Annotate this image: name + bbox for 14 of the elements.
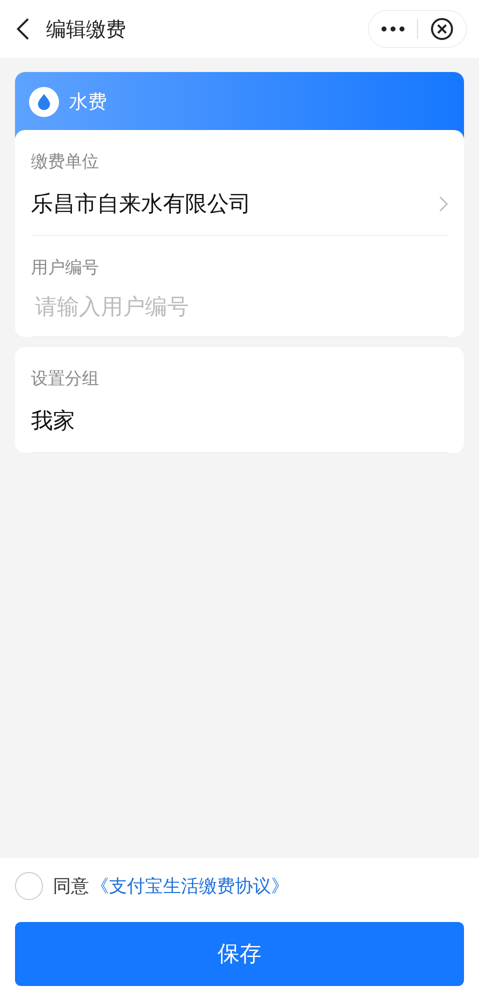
- chevron-right-icon: [439, 196, 448, 212]
- water-drop-icon: [29, 87, 59, 117]
- field-label: 设置分组: [31, 368, 100, 390]
- field-value: 乐昌市自来水有限公司: [31, 191, 251, 219]
- back-icon[interactable]: [16, 17, 30, 41]
- agreement-link[interactable]: 《支付宝生活缴费协议》: [91, 874, 289, 898]
- field-label: 用户编号: [31, 257, 100, 279]
- field-label: 缴费单位: [31, 151, 100, 173]
- agree-radio[interactable]: [15, 872, 43, 900]
- category-label: 水费: [69, 90, 107, 115]
- field-value: 我家: [31, 408, 76, 436]
- page-title: 编辑缴费: [46, 16, 127, 42]
- agree-text: 同意: [53, 875, 89, 898]
- save-button[interactable]: 保存: [15, 922, 464, 986]
